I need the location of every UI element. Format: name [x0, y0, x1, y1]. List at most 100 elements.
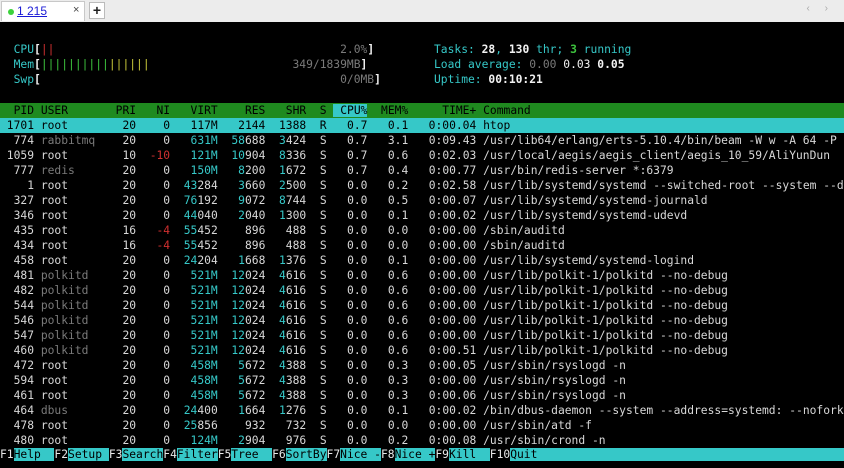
cell-time: 0:00.05: [415, 359, 477, 372]
column-header-mem[interactable]: MEM%: [374, 104, 408, 117]
process-row[interactable]: 482 polkitd 20 0 521M 12024 4616 S 0.0 0…: [0, 283, 844, 298]
process-row[interactable]: 481 polkitd 20 0 521M 12024 4616 S 0.0 0…: [0, 268, 844, 283]
fkey-label-setup[interactable]: Setup: [68, 448, 109, 461]
cell-user: rabbitmq: [40, 134, 103, 147]
process-row[interactable]: 458 root 20 0 24204 1668 1376 S 0.0 0.1 …: [0, 253, 844, 268]
fkey-label-sortby[interactable]: SortBy: [285, 448, 327, 461]
cell-virt: 458M: [176, 359, 218, 372]
cell-time: 0:00.02: [415, 404, 477, 417]
fkey-label-kill[interactable]: Kill: [448, 448, 490, 461]
process-row-selected[interactable]: 1701 root 20 0 117M 2144 1388 R 0.7 0.1 …: [0, 118, 844, 133]
fkey-label-nice[interactable]: Nice +: [394, 448, 436, 461]
cell-res: 12024: [231, 299, 266, 312]
process-row[interactable]: 774 rabbitmq 20 0 631M 58688 3424 S 0.7 …: [0, 133, 844, 148]
process-row[interactable]: 478 root 20 0 25856 932 732 S 0.0 0.0 0:…: [0, 418, 844, 433]
fkey-f3[interactable]: F3: [109, 448, 123, 461]
cell-s: S: [313, 269, 327, 282]
cell-s: S: [313, 314, 327, 327]
cell-res: 1664: [238, 404, 266, 417]
cell-pri: 20: [108, 209, 137, 222]
process-row[interactable]: 464 dbus 20 0 24400 1664 1276 S 0.0 0.1 …: [0, 403, 844, 418]
cell-virt: 521M: [176, 314, 218, 327]
cell-s: S: [313, 149, 327, 162]
process-row[interactable]: 544 polkitd 20 0 521M 12024 4616 S 0.0 0…: [0, 298, 844, 313]
process-row[interactable]: 1 root 20 0 43284 3660 2500 S 0.0 0.2 0:…: [0, 178, 844, 193]
cell-pid: 774: [0, 134, 35, 147]
process-row[interactable]: 777 redis 20 0 150M 8200 1672 S 0.7 0.4 …: [0, 163, 844, 178]
cell-pid: 434: [0, 239, 35, 252]
cell-mem: 0.6: [374, 314, 409, 327]
process-row[interactable]: 327 root 20 0 76192 9072 8744 S 0.0 0.5 …: [0, 193, 844, 208]
cell-mem: 0.0: [374, 239, 409, 252]
fkey-label-help[interactable]: Help: [13, 448, 55, 461]
column-header-pri[interactable]: PRI: [109, 104, 136, 117]
cell-cmd: /usr/sbin/rsyslogd -n: [483, 374, 626, 387]
fkey-f5[interactable]: F5: [218, 448, 232, 461]
column-header-cpu[interactable]: CPU%: [333, 104, 368, 117]
column-header-s[interactable]: S: [313, 104, 327, 117]
close-icon[interactable]: ×: [73, 4, 79, 16]
process-row[interactable]: 434 root 16 -4 55452 896 488 S 0.0 0.0 0…: [0, 238, 844, 253]
cell-cpu: 0.7: [333, 149, 368, 162]
fkey-label-quit[interactable]: Quit: [510, 448, 538, 461]
htop-terminal[interactable]: CPU[|| 2.0%] Mem[|||||||||||||||| 349/18…: [0, 22, 844, 468]
column-header-res[interactable]: RES: [225, 104, 265, 117]
tab-scroll-arrows-icon[interactable]: ‹ ›: [807, 3, 834, 14]
cell-virt: 24204: [183, 254, 218, 267]
function-key-bar[interactable]: F1Help F2Setup F3SearchF4FilterF5Tree F6…: [0, 447, 844, 462]
process-row[interactable]: 472 root 20 0 458M 5672 4388 S 0.0 0.3 0…: [0, 358, 844, 373]
process-row[interactable]: 461 root 20 0 458M 5672 4388 S 0.0 0.3 0…: [0, 388, 844, 403]
fkey-f2[interactable]: F2: [54, 448, 68, 461]
fkey-f10[interactable]: F10: [490, 448, 510, 461]
fkey-f4[interactable]: F4: [163, 448, 177, 461]
cell-pri: 20: [108, 119, 137, 132]
tasks-summary: Tasks: 28, 130 thr; 3 running: [434, 43, 632, 56]
cell-cpu: 0.0: [333, 344, 368, 357]
process-row[interactable]: 460 polkitd 20 0 521M 12024 4616 S 0.0 0…: [0, 343, 844, 358]
cell-shr: 8744: [279, 194, 307, 207]
process-row[interactable]: 1059 root 10 -10 121M 10904 8336 S 0.7 0…: [0, 148, 844, 163]
fkey-label-nice[interactable]: Nice -: [340, 448, 381, 461]
column-header-pid[interactable]: PID: [0, 104, 34, 117]
terminal-tab[interactable]: 1 215 ×: [1, 1, 85, 21]
column-header-ni[interactable]: NI: [143, 104, 170, 117]
process-row[interactable]: 435 root 16 -4 55452 896 488 S 0.0 0.0 0…: [0, 223, 844, 238]
column-header-virt[interactable]: VIRT: [177, 104, 218, 117]
process-row[interactable]: 546 polkitd 20 0 521M 12024 4616 S 0.0 0…: [0, 313, 844, 328]
fkey-label-tree[interactable]: Tree: [231, 448, 273, 461]
cell-time: 0:00.00: [415, 239, 477, 252]
cell-pri: 20: [108, 164, 137, 177]
process-row[interactable]: 480 root 20 0 124M 2904 976 S 0.0 0.2 0:…: [0, 433, 844, 448]
new-tab-button[interactable]: +: [89, 2, 105, 19]
process-row[interactable]: 346 root 20 0 44040 2040 1300 S 0.0 0.1 …: [0, 208, 844, 223]
fkey-f9[interactable]: F9: [435, 448, 449, 461]
process-table-header[interactable]: PID USER PRI NI VIRT RES SHR S CPU% MEM%…: [0, 103, 844, 118]
fkey-f7[interactable]: F7: [327, 448, 341, 461]
cell-shr: 8336: [279, 149, 307, 162]
cell-cpu: 0.0: [333, 314, 368, 327]
cell-time: 0:00.00: [415, 329, 477, 342]
cell-mem: 0.2: [374, 179, 409, 192]
cell-shr: 1276: [279, 404, 307, 417]
process-row[interactable]: 547 polkitd 20 0 521M 12024 4616 S 0.0 0…: [0, 328, 844, 343]
fkey-f8[interactable]: F8: [381, 448, 395, 461]
fkey-label-search[interactable]: Search: [122, 448, 164, 461]
process-row[interactable]: 594 root 20 0 458M 5672 4388 S 0.0 0.3 0…: [0, 373, 844, 388]
cell-pri: 20: [108, 299, 137, 312]
column-header-user[interactable]: USER: [41, 104, 102, 117]
cell-s: S: [313, 344, 327, 357]
cell-s: S: [313, 164, 327, 177]
cell-mem: 0.0: [374, 419, 409, 432]
column-header-time[interactable]: TIME+: [415, 104, 476, 117]
cell-user: root: [40, 149, 103, 162]
fkey-label-filter[interactable]: Filter: [176, 448, 218, 461]
column-header-shr[interactable]: SHR: [272, 104, 306, 117]
fkey-f1[interactable]: F1: [0, 448, 14, 461]
fkey-f6[interactable]: F6: [272, 448, 286, 461]
cell-pri: 20: [108, 284, 137, 297]
cell-cmd: /usr/sbin/rsyslogd -n: [483, 359, 626, 372]
cell-cmd: /usr/bin/redis-server *:6379: [483, 164, 674, 177]
cell-user: polkitd: [40, 344, 103, 357]
cell-user: root: [40, 389, 103, 402]
column-header-command[interactable]: Command: [483, 104, 531, 117]
